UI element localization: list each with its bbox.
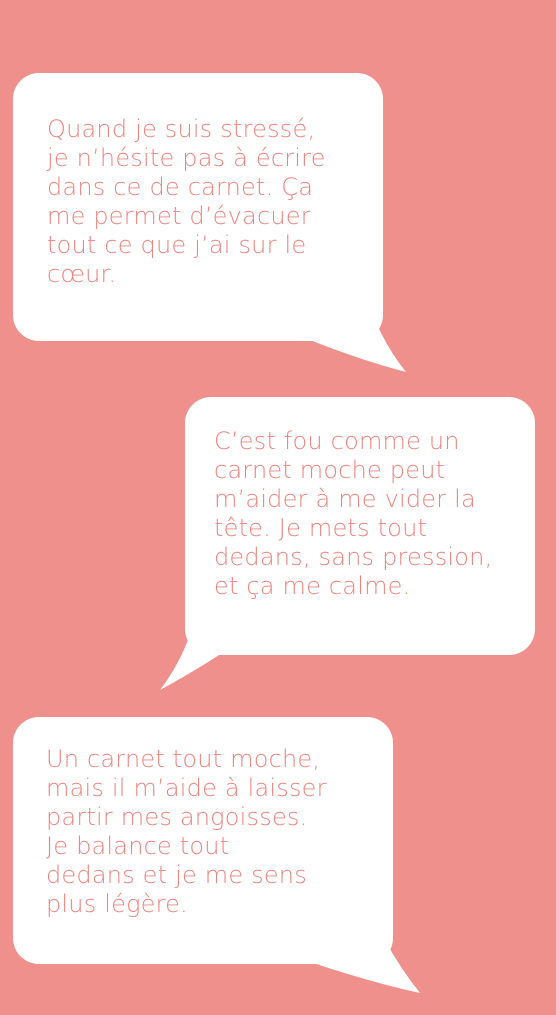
bubble-message: Un carnet tout moche, mais il m’aide à l…	[46, 745, 327, 918]
bubble-message: Quand je suis stressé, je n’hésite pas à…	[47, 115, 326, 288]
speech-bubble-stress: Quand je suis stressé, je n’hésite pas à…	[13, 73, 383, 341]
speech-bubble-anxiety: Un carnet tout moche, mais il m’aide à l…	[13, 717, 393, 964]
speech-bubble-calm: C’est fou comme un carnet moche peut m’a…	[185, 397, 535, 655]
bubble-message: C’est fou comme un carnet moche peut m’a…	[214, 427, 493, 600]
